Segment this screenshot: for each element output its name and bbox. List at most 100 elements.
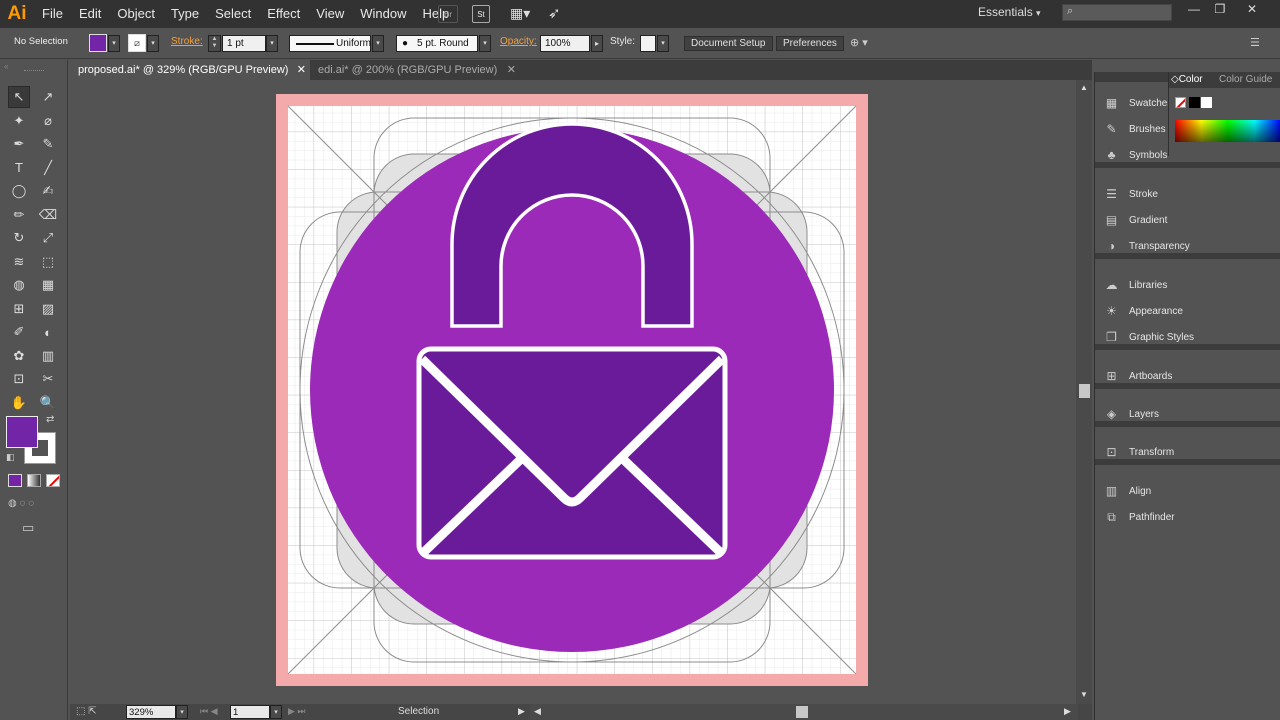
gradient-tool-icon[interactable]: ▨ bbox=[37, 298, 59, 320]
variable-width-profile[interactable]: Uniform bbox=[289, 35, 371, 52]
workspace-switcher[interactable]: Essentials ▾ bbox=[978, 5, 1041, 19]
rotate-tool-icon[interactable]: ↻ bbox=[8, 227, 30, 249]
panel-item-transform[interactable]: ⊡ Transform bbox=[1103, 442, 1174, 462]
zoom-field[interactable]: 329% bbox=[126, 705, 176, 719]
opacity-arrow[interactable]: ▸ bbox=[591, 35, 603, 52]
color-spectrum[interactable] bbox=[1175, 120, 1280, 142]
tab-edi[interactable]: edi.ai* @ 200% (RGB/GPU Preview) ✕ bbox=[310, 60, 520, 80]
type-tool-icon[interactable]: T bbox=[8, 157, 30, 179]
panel-item-align[interactable]: ▥ Align bbox=[1103, 481, 1151, 501]
collapse-icon[interactable]: « bbox=[4, 62, 8, 71]
fill-color-box[interactable] bbox=[6, 416, 38, 448]
stroke-weight-field[interactable]: 1 pt bbox=[222, 35, 266, 52]
minimize-button[interactable]: — bbox=[1182, 2, 1206, 16]
panel-item-swatches[interactable]: ▦ Swatches bbox=[1103, 93, 1173, 113]
slice-tool-icon[interactable]: ✂ bbox=[37, 368, 59, 390]
magic-wand-tool-icon[interactable]: ✦ bbox=[8, 110, 30, 132]
artboard-tool-icon[interactable]: ⊡ bbox=[8, 368, 30, 390]
vertical-scrollbar[interactable]: ▲ ▼ bbox=[1076, 80, 1092, 704]
artboard-nav-icon[interactable]: ⬚ ⇱ bbox=[76, 706, 97, 717]
panel-item-graphic-styles[interactable]: ❐ Graphic Styles bbox=[1103, 327, 1194, 347]
panel-item-artboards[interactable]: ⊞ Artboards bbox=[1103, 366, 1172, 386]
bridge-button[interactable]: Br bbox=[438, 5, 458, 23]
opacity-label[interactable]: Opacity: bbox=[500, 36, 537, 47]
arrange-icon[interactable]: ⊕ ▾ bbox=[850, 36, 868, 49]
swap-colors-icon[interactable]: ⇄ bbox=[46, 414, 54, 425]
stroke-dropdown-arrow[interactable]: ▾ bbox=[147, 35, 159, 52]
close-button[interactable]: ✕ bbox=[1240, 2, 1264, 16]
paintbrush-tool-icon[interactable]: ✍ bbox=[37, 180, 59, 202]
gradient-mode-icon[interactable] bbox=[27, 474, 41, 487]
stroke-label[interactable]: Stroke: bbox=[171, 36, 203, 47]
panel-item-layers[interactable]: ◈ Layers bbox=[1103, 404, 1159, 424]
white-swatch[interactable] bbox=[1201, 97, 1212, 108]
menu-type[interactable]: Type bbox=[163, 0, 207, 28]
selection-tool-icon[interactable]: ↖ bbox=[8, 86, 30, 108]
menu-effect[interactable]: Effect bbox=[259, 0, 308, 28]
tab-proposed[interactable]: proposed.ai* @ 329% (RGB/GPU Preview) ✕ bbox=[70, 60, 310, 80]
tab-color[interactable]: ◇Color bbox=[1171, 74, 1203, 85]
panel-item-brushes[interactable]: ✎ Brushes bbox=[1103, 119, 1165, 139]
search-input[interactable]: ⌕ bbox=[1062, 4, 1172, 21]
menu-window[interactable]: Window bbox=[352, 0, 414, 28]
canvas-area[interactable] bbox=[70, 80, 1076, 704]
panel-item-stroke[interactable]: ☰ Stroke bbox=[1103, 184, 1158, 204]
document-setup-button[interactable]: Document Setup bbox=[684, 36, 773, 51]
graphic-style-swatch[interactable] bbox=[640, 35, 656, 52]
zoom-tool-icon[interactable]: 🔍 bbox=[37, 392, 59, 414]
blend-tool-icon[interactable]: ◐ bbox=[37, 321, 59, 343]
column-graph-tool-icon[interactable]: ▥ bbox=[37, 345, 59, 367]
arrange-documents-icon[interactable]: ▦▾ bbox=[510, 5, 534, 21]
hand-tool-icon[interactable]: ✋ bbox=[8, 392, 30, 414]
panel-item-appearance[interactable]: ☀ Appearance bbox=[1103, 301, 1183, 321]
fill-dropdown-arrow[interactable]: ▾ bbox=[108, 35, 120, 52]
menu-object[interactable]: Object bbox=[109, 0, 163, 28]
brush-arrow[interactable]: ▾ bbox=[479, 35, 491, 52]
menu-file[interactable]: File bbox=[34, 0, 71, 28]
style-arrow[interactable]: ▾ bbox=[657, 35, 669, 52]
scroll-right-icon[interactable]: ▶ bbox=[1064, 706, 1071, 717]
drawing-modes-icon[interactable]: ◍ ◌ ◌ bbox=[8, 498, 60, 512]
zoom-arrow[interactable]: ▾ bbox=[176, 705, 188, 719]
none-mode-icon[interactable] bbox=[46, 474, 60, 487]
scale-tool-icon[interactable]: ⤢ bbox=[37, 227, 59, 249]
fill-swatch[interactable] bbox=[89, 34, 107, 52]
panel-item-transparency[interactable]: ◑ Transparency bbox=[1103, 236, 1190, 256]
close-icon[interactable]: ✕ bbox=[507, 60, 516, 80]
none-swatch[interactable] bbox=[1175, 97, 1186, 108]
status-menu-arrow[interactable]: ▶ bbox=[518, 706, 525, 717]
gpu-performance-icon[interactable]: ➶ bbox=[548, 4, 568, 22]
stroke-weight-stepper[interactable]: ▲ ▼ bbox=[208, 35, 221, 52]
panel-item-libraries[interactable]: ☁ Libraries bbox=[1103, 275, 1168, 295]
perspective-grid-tool-icon[interactable]: ▦ bbox=[37, 274, 59, 296]
stroke-weight-arrow[interactable]: ▾ bbox=[266, 35, 278, 52]
opacity-field[interactable]: 100% bbox=[540, 35, 590, 52]
pen-tool-icon[interactable]: ✒ bbox=[8, 133, 30, 155]
scroll-left-icon[interactable]: ◀ bbox=[534, 706, 541, 717]
direct-selection-tool-icon[interactable]: ↗ bbox=[37, 86, 59, 108]
restore-button[interactable]: ❐ bbox=[1208, 2, 1232, 16]
brush-definition[interactable]: ● 5 pt. Round bbox=[396, 35, 478, 52]
ellipse-tool-icon[interactable]: ◯ bbox=[8, 180, 30, 202]
scroll-thumb[interactable] bbox=[1079, 384, 1090, 398]
stock-button[interactable]: St bbox=[472, 5, 490, 23]
panel-item-symbols[interactable]: ♣ Symbols bbox=[1103, 145, 1168, 165]
panel-item-pathfinder[interactable]: ⧉ Pathfinder bbox=[1103, 507, 1174, 527]
panel-item-gradient[interactable]: ▤ Gradient bbox=[1103, 210, 1168, 230]
eyedropper-tool-icon[interactable]: ✐ bbox=[8, 321, 30, 343]
next-artboard-icon[interactable]: ▶ ⏭ bbox=[288, 706, 306, 717]
profile-arrow[interactable]: ▾ bbox=[372, 35, 384, 52]
menu-edit[interactable]: Edit bbox=[71, 0, 109, 28]
first-artboard-icon[interactable]: ⏮ ◀ bbox=[200, 706, 218, 717]
lasso-tool-icon[interactable]: ⌀ bbox=[37, 110, 59, 132]
warp-tool-icon[interactable]: ≋ bbox=[8, 251, 30, 273]
panel-menu-icon[interactable]: ☰ bbox=[1250, 36, 1260, 49]
tab-color-guide[interactable]: Color Guide bbox=[1219, 74, 1272, 85]
pencil-tool-icon[interactable]: ✏ bbox=[8, 204, 30, 226]
mesh-tool-icon[interactable]: ⊞ bbox=[8, 298, 30, 320]
stroke-swatch[interactable]: ⧄ bbox=[128, 34, 146, 52]
scroll-up-icon[interactable]: ▲ bbox=[1080, 83, 1088, 92]
artboard-number-field[interactable]: 1 bbox=[230, 705, 270, 719]
scroll-down-icon[interactable]: ▼ bbox=[1080, 690, 1088, 699]
horizontal-scrollbar[interactable]: ◀ ▶ bbox=[530, 704, 1078, 720]
